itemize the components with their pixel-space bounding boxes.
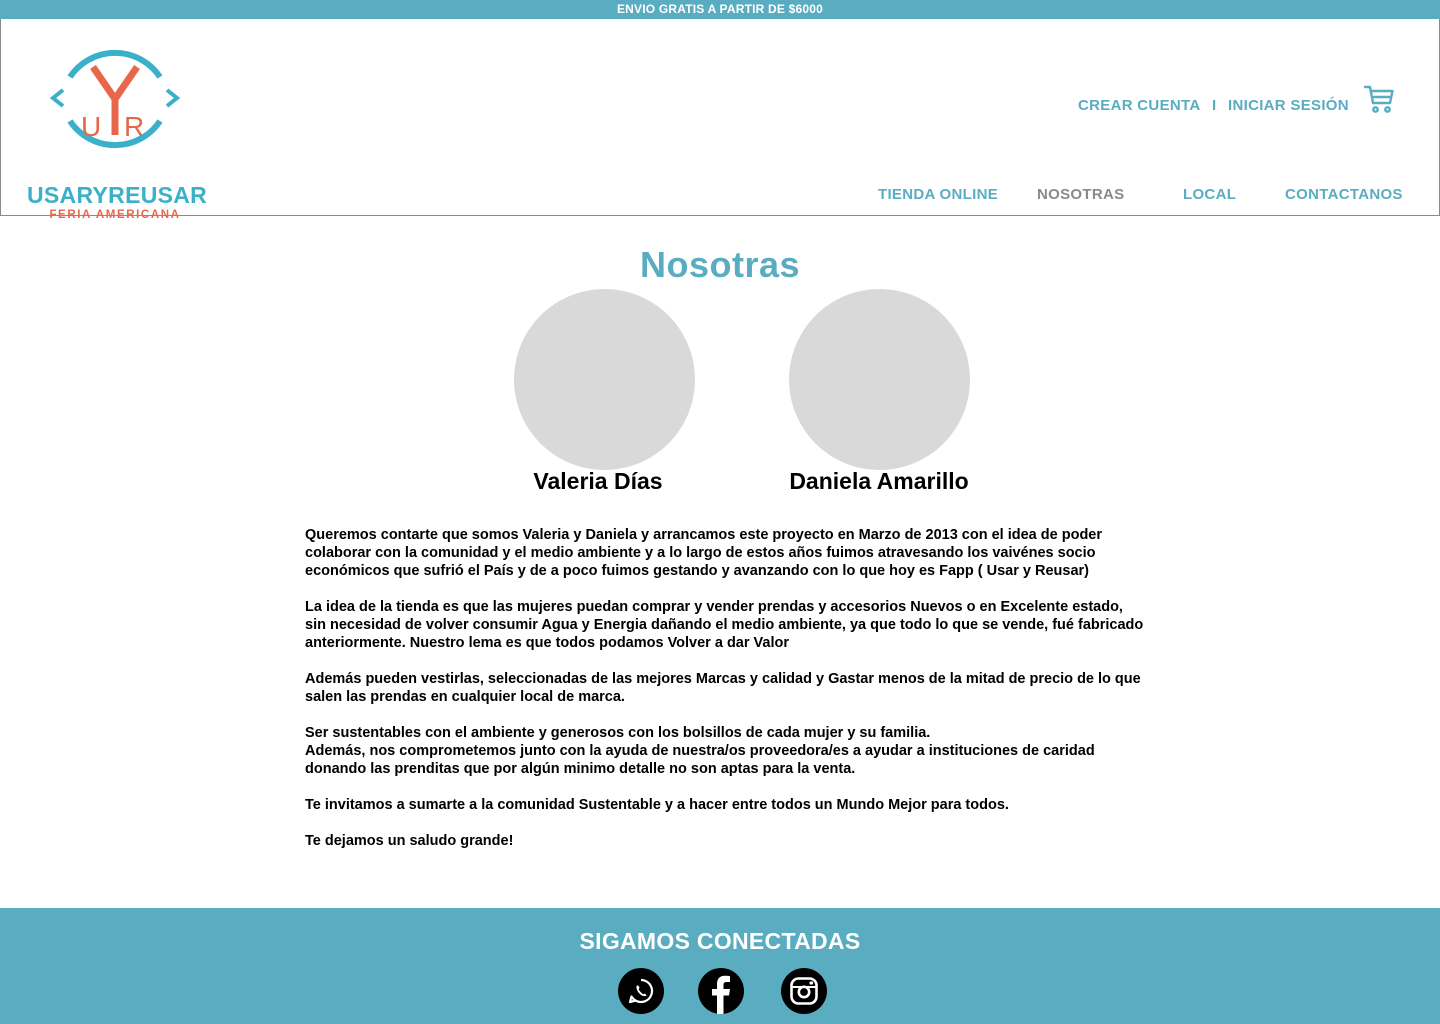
nav-item-contactanos[interactable]: CONTACTANOS: [1285, 186, 1403, 203]
whatsapp-icon[interactable]: [618, 968, 664, 1014]
person-name: Daniela Amarillo: [789, 468, 969, 494]
promo-bar: ENVIO GRATIS A PARTIR DE $6000: [0, 0, 1440, 19]
logo-emblem-icon: U R: [49, 49, 181, 149]
page-title: Nosotras: [639, 244, 801, 285]
brand-name: USARYREUSAR: [27, 182, 208, 208]
login-link[interactable]: INICIAR SESIÓN: [1228, 97, 1349, 114]
about-paragraph: Te invitamos a sumarte a la comunidad Su…: [305, 797, 1009, 813]
brand-logo[interactable]: U R USARYREUSAR FERIA AMERICANA: [27, 37, 207, 221]
facebook-icon[interactable]: [698, 968, 744, 1014]
promo-text: ENVIO GRATIS A PARTIR DE $6000: [616, 2, 824, 16]
footer-title: SIGAMOS CONECTADAS: [579, 928, 861, 954]
nav-item-nosotras[interactable]: NOSOTRAS: [1037, 186, 1124, 203]
person-name: Valeria Días: [533, 468, 663, 494]
account-separator: I: [1212, 97, 1217, 114]
svg-text:R: R: [124, 111, 144, 142]
about-paragraph: Te dejamos un saludo grande!: [305, 833, 514, 849]
about-paragraph: Además, nos comprometemos junto con la a…: [305, 743, 1095, 777]
about-paragraph: La idea de la tienda es que las mujeres …: [305, 599, 1144, 651]
about-paragraph: Queremos contarte que somos Valeria y Da…: [305, 527, 1103, 579]
svg-text:U: U: [81, 111, 101, 142]
create-account-link[interactable]: CREAR CUENTA: [1078, 97, 1201, 114]
nav-item-tienda-online[interactable]: TIENDA ONLINE: [878, 186, 998, 203]
site-footer: SIGAMOS CONECTADAS: [0, 908, 1440, 1024]
cart-icon[interactable]: [1363, 83, 1395, 120]
about-paragraph: Además pueden vestirlas, seleccionadas d…: [305, 671, 1141, 705]
brand-tagline: FERIA AMERICANA: [49, 209, 181, 221]
instagram-icon[interactable]: [781, 968, 827, 1014]
about-paragraph: Ser sustentables con el ambiente y gener…: [305, 725, 931, 741]
nav-item-local[interactable]: LOCAL: [1183, 186, 1236, 203]
avatar: [789, 289, 970, 470]
about-text: Queremos contarte que somos Valeria y Da…: [305, 526, 1145, 868]
site-header: U R USARYREUSAR FERIA AMERICANA CREAR CU…: [0, 19, 1440, 221]
avatar: [514, 289, 695, 470]
